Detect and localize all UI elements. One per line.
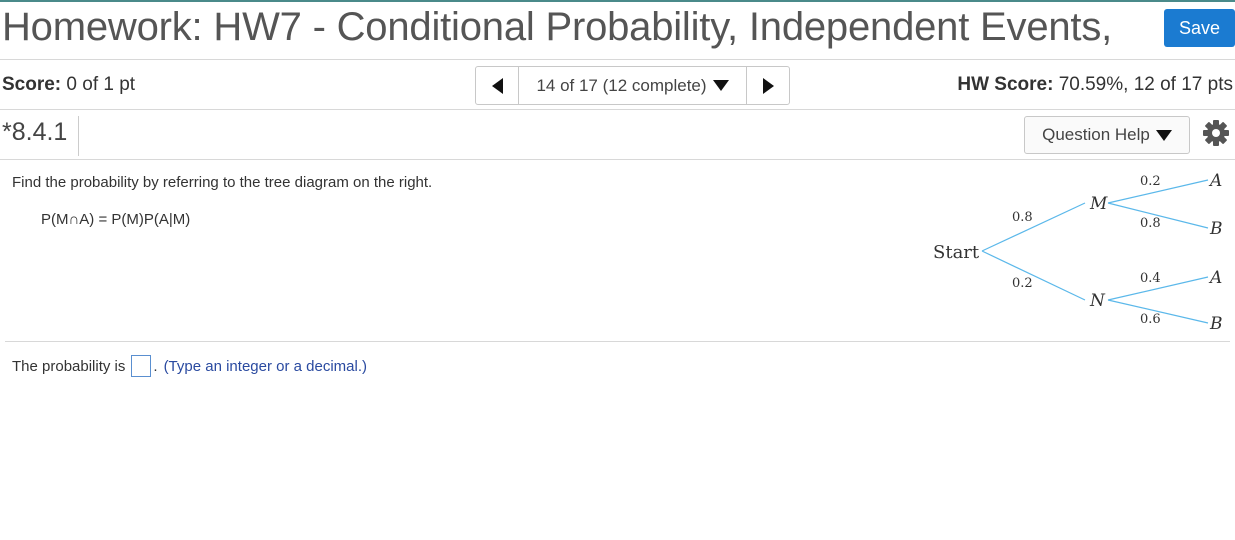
question-navigator: 14 of 17 (12 complete) — [475, 66, 790, 105]
tree-node-n-b: B — [1209, 314, 1223, 334]
answer-prefix: The probability is — [12, 357, 126, 375]
prob-start-n: 0.2 — [1012, 276, 1033, 291]
prob-m-b: 0.8 — [1140, 216, 1161, 231]
divider — [0, 59, 1235, 60]
question-select-dropdown[interactable]: 14 of 17 (12 complete) — [519, 67, 746, 104]
caret-down-icon — [1155, 129, 1172, 141]
hw-score-display: HW Score: 70.59%, 12 of 17 pts — [957, 74, 1233, 96]
question-position-text: 14 of 17 (12 complete) — [536, 75, 707, 95]
divider — [0, 159, 1235, 160]
hw-score-value: 70.59%, 12 of 17 pts — [1058, 74, 1233, 95]
previous-question-button[interactable] — [476, 67, 519, 104]
next-question-button[interactable] — [746, 67, 789, 104]
tree-root-label: Start — [933, 242, 980, 263]
answer-hint: (Type an integer or a decimal.) — [163, 357, 367, 375]
arrow-left-icon — [491, 77, 503, 94]
tree-node-n-a: A — [1208, 268, 1222, 288]
answer-input[interactable] — [131, 355, 152, 377]
prob-start-m: 0.8 — [1012, 210, 1033, 225]
divider — [0, 109, 1235, 110]
answer-line: The probability is . (Type an integer or… — [12, 355, 367, 377]
answer-suffix: . — [153, 357, 158, 375]
prob-n-b: 0.6 — [1140, 312, 1161, 327]
score-label: Score: — [2, 74, 62, 95]
question-help-label: Question Help — [1042, 125, 1150, 144]
divider — [5, 341, 1230, 342]
probability-formula: P(M∩A) = P(M)P(A|M) — [41, 211, 191, 228]
save-button[interactable]: Save — [1164, 9, 1235, 47]
branch-start-n — [981, 250, 1086, 301]
arrow-right-icon — [762, 77, 774, 94]
question-help-button[interactable]: Question Help — [1024, 116, 1190, 154]
prob-n-a: 0.4 — [1140, 271, 1161, 286]
top-accent-line — [0, 0, 1235, 2]
tree-node-m-b: B — [1209, 219, 1223, 239]
page-title: Homework: HW7 - Conditional Probability,… — [2, 5, 1113, 49]
score-value: 0 of 1 pt — [66, 74, 136, 95]
prob-m-a: 0.2 — [1140, 174, 1161, 189]
tree-diagram: Start M N A B A B 0.8 0.2 0.2 0.8 0.4 0.… — [933, 171, 1223, 334]
caret-down-icon — [712, 80, 729, 91]
tree-node-m: M — [1089, 194, 1108, 214]
question-number: *8.4.1 — [2, 118, 68, 146]
gear-icon[interactable] — [1201, 118, 1231, 148]
tree-node-n: N — [1089, 291, 1106, 311]
score-display: Score: 0 of 1 pt — [2, 74, 135, 96]
branch-start-m — [981, 202, 1086, 252]
hw-score-label: HW Score: — [957, 74, 1054, 95]
question-number-separator — [78, 116, 79, 156]
tree-node-m-a: A — [1208, 171, 1222, 191]
question-prompt: Find the probability by referring to the… — [12, 174, 433, 191]
